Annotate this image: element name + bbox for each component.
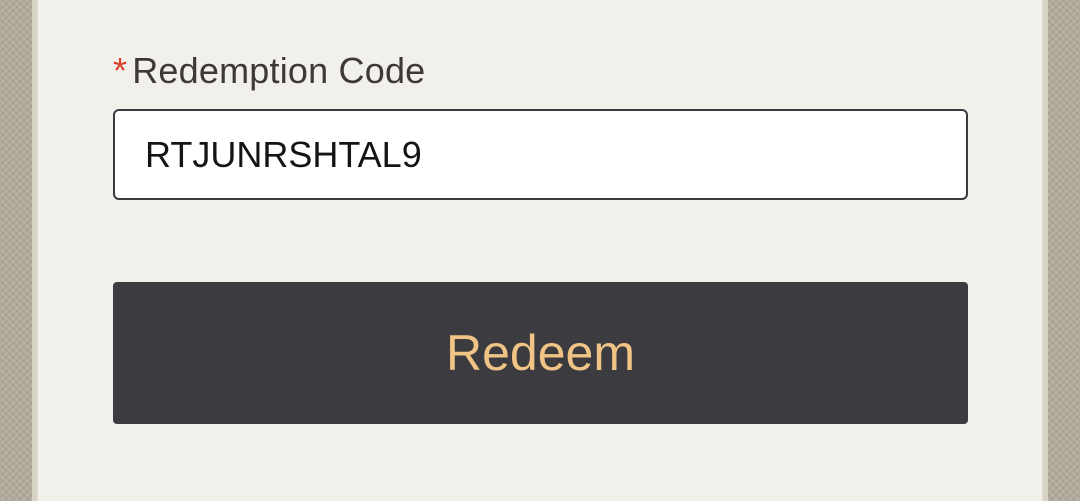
required-marker: * — [113, 50, 128, 91]
redemption-code-label: * Redemption Code — [113, 48, 425, 94]
redeem-button[interactable]: Redeem — [113, 282, 968, 424]
redemption-code-input[interactable] — [113, 109, 968, 200]
redemption-code-label-text: Redemption Code — [132, 50, 426, 91]
